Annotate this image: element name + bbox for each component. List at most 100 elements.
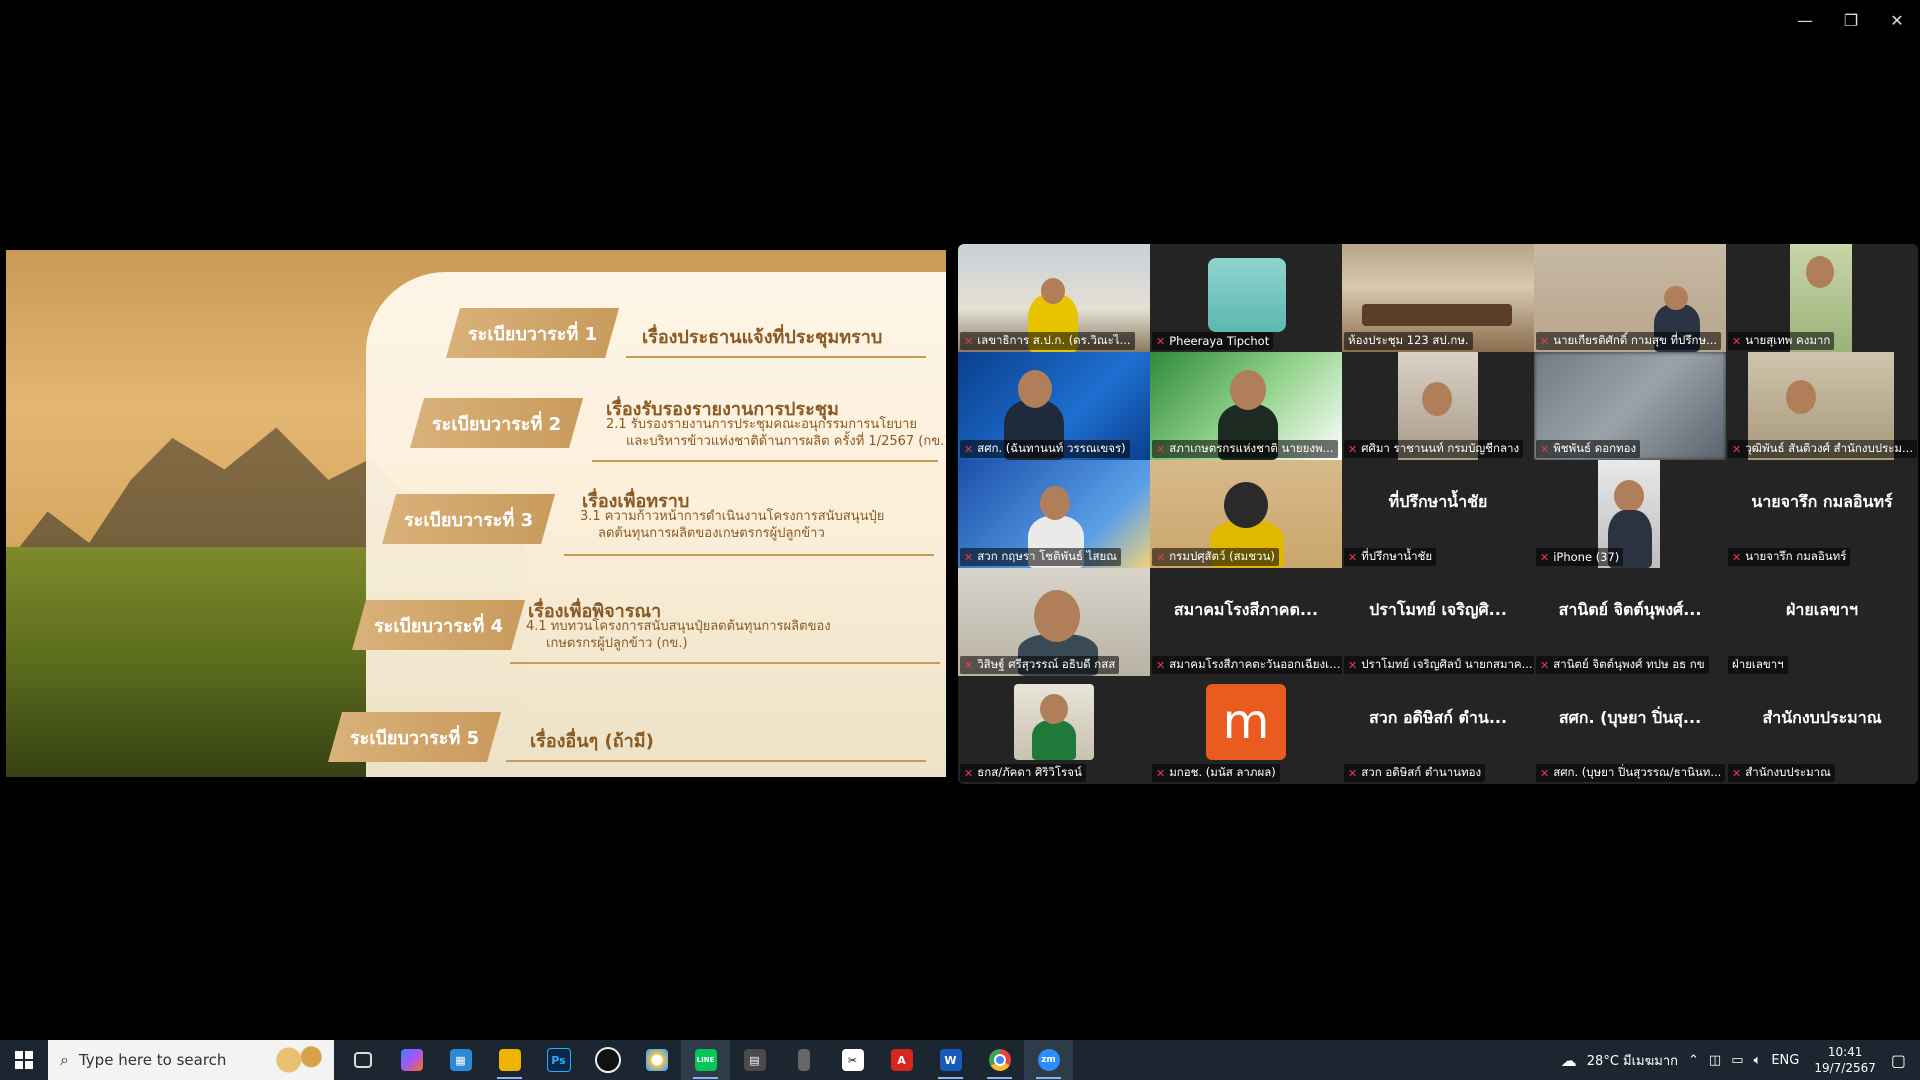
window-controls: — ❐ ✕ <box>1782 0 1920 40</box>
participant-tile[interactable]: สานิตย์ จิตต์นุพงศ์... ✕ สานิตย์ จิตต์นุพ… <box>1534 568 1726 676</box>
muted-mic-icon: ✕ <box>1156 550 1166 564</box>
acrobat-button[interactable]: A <box>877 1040 926 1080</box>
agenda-tag: ระเบียบวาระที่ 4 <box>352 600 525 650</box>
muted-mic-icon: ✕ <box>1540 550 1550 564</box>
agenda-divider <box>564 554 934 556</box>
participant-tile[interactable]: ✕ สภาเกษตรกรแห่งชาติ นายยงพ... <box>1150 352 1342 460</box>
muted-mic-icon: ✕ <box>1732 334 1742 348</box>
close-button[interactable]: ✕ <box>1874 0 1920 40</box>
chrome-button[interactable] <box>975 1040 1024 1080</box>
participant-tile[interactable]: ✕ ธกส/ภัคดา ศิริวิโรจน์ <box>958 676 1150 784</box>
muted-mic-icon: ✕ <box>1732 442 1742 456</box>
muted-mic-icon: ✕ <box>1732 550 1742 564</box>
participant-tile[interactable]: ✕ Pheeraya Tipchot <box>1150 244 1342 352</box>
participant-tile[interactable]: ✕ นายสุเทพ คงมาก <box>1726 244 1918 352</box>
agenda-title: เรื่องประธานแจ้งที่ประชุมทราบ <box>642 327 883 348</box>
weather-icon[interactable]: ☁ <box>1556 1051 1582 1070</box>
participant-name-bar: ✕ สำนักงบประมาณ <box>1728 764 1835 782</box>
participant-tile[interactable]: สำนักงบประมาณ ✕ สำนักงบประมาณ <box>1726 676 1918 784</box>
zoom-button[interactable]: zm <box>1024 1040 1073 1080</box>
participant-tile[interactable]: สวก อดิษิสก์ ตำน... ✕ สวก อดิษิสก์ ตำนานท… <box>1342 676 1534 784</box>
volume-icon[interactable]: 🔈︎ <box>1749 1053 1767 1068</box>
participant-tile[interactable]: สศก. (บุษยา ปิ่นสุ... ✕ สศก. (บุษยา ปิ่นส… <box>1534 676 1726 784</box>
participant-name-bar: ✕ กรมปศุสัตว์ (สมชวน) <box>1152 548 1279 566</box>
clock[interactable]: 10:41 19/7/2567 <box>1804 1044 1886 1076</box>
agenda-divider <box>510 662 940 664</box>
weather-text[interactable]: 28°C มีเมฆมาก <box>1582 1050 1683 1071</box>
start-button[interactable] <box>0 1040 48 1080</box>
participant-center-name: ปราโมทย์ เจริญศิ... <box>1369 600 1507 619</box>
participant-tile[interactable]: ✕ iPhone (37) <box>1534 460 1726 568</box>
paint-button[interactable] <box>632 1040 681 1080</box>
task-view-button[interactable] <box>338 1040 387 1080</box>
participant-tile[interactable]: ที่ปรึกษาน้ำชัย ✕ ที่ปรึกษาน้ำชัย <box>1342 460 1534 568</box>
participant-center-name: สมาคมโรงสีภาคต... <box>1173 600 1319 619</box>
search-placeholder: Type here to search <box>78 1051 227 1069</box>
participant-head <box>1786 380 1816 414</box>
participant-name-bar: ✕ ธกส/ภัคดา ศิริวิโรจน์ <box>960 764 1086 782</box>
participant-tile[interactable]: ✕ พิชพันธ์ ดอกทอง <box>1534 352 1726 460</box>
restore-button[interactable]: ❐ <box>1828 0 1874 40</box>
photoshop-button[interactable]: Ps <box>534 1040 583 1080</box>
participant-tile[interactable]: ✕ ศศิมา ราชานนท์ กรมบัญชีกลาง <box>1342 352 1534 460</box>
obs-button[interactable] <box>583 1040 632 1080</box>
participant-name-bar: ✕ นายสุเทพ คงมาก <box>1728 332 1835 350</box>
network-icon[interactable]: ▭ <box>1726 1053 1748 1068</box>
participant-tile[interactable]: ✕ นายเกียรติศักดิ์ กามสุข ที่ปรึกษ... <box>1534 244 1726 352</box>
system-tray: ☁ 28°C มีเมฆมาก ⌃ ◫ ▭ 🔈︎ ENG 10:41 19/7/… <box>1556 1040 1920 1080</box>
capcut-button[interactable]: ✂ <box>828 1040 877 1080</box>
usb-icon <box>797 1049 810 1071</box>
participant-tile[interactable]: ปราโมทย์ เจริญศิ... ✕ ปราโมทย์ เจริญศิลป์… <box>1342 568 1534 676</box>
agenda-subtitle: 3.1 ความก้าวหน้าการดำเนินงานโครงการสนับส… <box>580 509 885 524</box>
muted-mic-icon: ✕ <box>1540 442 1550 456</box>
notifications-icon[interactable]: ▢ <box>1886 1051 1920 1070</box>
participant-tile[interactable]: m ✕ มกอช. (มนัส ลาภผล) <box>1150 676 1342 784</box>
participant-name-bar: ห้องประชุม 123 สป.กษ. <box>1344 332 1473 350</box>
file-explorer-button[interactable] <box>485 1040 534 1080</box>
agenda-item-1: ระเบียบวาระที่ 1 เรื่องประธานแจ้งที่ประช… <box>446 308 946 358</box>
participant-name-bar: ✕ วิสิษฐ์ ศรีสุวรรณ์ อธิบดี กสส <box>960 656 1120 674</box>
store-icon: ▦ <box>449 1049 472 1071</box>
camera-icon[interactable]: ◫ <box>1704 1053 1726 1068</box>
calculator-button[interactable]: ▤ <box>730 1040 779 1080</box>
participant-name-bar: ✕ สศก. (บุษยา ปิ่นสุวรรณ/ธานินท... <box>1536 764 1726 782</box>
participant-gallery: ✕ เลขาธิการ ส.ป.ก. (ดร.วิณะไ... ✕ Pheeraya… <box>958 244 1918 784</box>
participant-center-name: สวก อดิษิสก์ ตำน... <box>1368 708 1508 727</box>
muted-mic-icon: ✕ <box>1156 334 1166 348</box>
store-button[interactable]: ▦ <box>436 1040 485 1080</box>
capcut-icon: ✂ <box>841 1049 864 1071</box>
participant-tile[interactable]: ฝ่ายเลขาฯ ฝ่ายเลขาฯ <box>1726 568 1918 676</box>
participant-head <box>1040 486 1070 520</box>
usb-button[interactable] <box>779 1040 828 1080</box>
minimize-button[interactable]: — <box>1782 0 1828 40</box>
participant-center-name: ที่ปรึกษาน้ำชัย <box>1388 492 1488 511</box>
line-button[interactable]: LINE <box>681 1040 730 1080</box>
agenda-item-5: ระเบียบวาระที่ 5 เรื่องอื่นๆ (ถ้ามี) <box>328 712 938 762</box>
participant-tile[interactable]: ✕ สวก กฤษรา โชติพันธ์ ไสยณ <box>958 460 1150 568</box>
word-button[interactable]: W <box>926 1040 975 1080</box>
language-indicator[interactable]: ENG <box>1766 1053 1804 1068</box>
participant-head <box>1614 480 1644 512</box>
chevron-up-icon[interactable]: ⌃ <box>1683 1053 1704 1068</box>
participant-tile[interactable]: ✕ เลขาธิการ ส.ป.ก. (ดร.วิณะไ... <box>958 244 1150 352</box>
participant-figure <box>1032 720 1076 760</box>
agenda-title: เรื่องอื่นๆ (ถ้ามี) <box>530 731 654 752</box>
muted-mic-icon: ✕ <box>1540 658 1550 672</box>
participant-tile[interactable]: สมาคมโรงสีภาคต... ✕ สมาคมโรงสีภาคตะวันออก… <box>1150 568 1342 676</box>
participant-tile[interactable]: ✕ กรมปศุสัตว์ (สมชวน) <box>1150 460 1342 568</box>
muted-mic-icon: ✕ <box>1540 766 1550 780</box>
participant-tile[interactable]: ✕ วิสิษฐ์ ศรีสุวรรณ์ อธิบดี กสส <box>958 568 1150 676</box>
participant-tile-active-speaker[interactable]: ห้องประชุม 123 สป.กษ. <box>1342 244 1534 352</box>
participant-tile[interactable]: ✕ วุฒิพันธ์ สันติวงศ์ สำนักงบประม... <box>1726 352 1918 460</box>
copilot-button[interactable] <box>387 1040 436 1080</box>
participant-name-bar: ✕ มกอช. (มนัส ลาภผล) <box>1152 764 1280 782</box>
agenda-item-2: ระเบียบวาระที่ 2 เรื่องรับรองรายงานการปร… <box>410 398 946 462</box>
participant-head <box>1041 278 1065 304</box>
participant-tile[interactable]: นายจารึก กมลอินทร์ ✕ นายจารึก กมลอินทร์ <box>1726 460 1918 568</box>
taskbar-search-box[interactable]: ⌕ Type here to search <box>48 1040 334 1080</box>
agenda-divider <box>506 760 926 762</box>
muted-mic-icon: ✕ <box>1156 442 1166 456</box>
participant-tile[interactable]: ✕ สศก. (ฉันทานนท์ วรรณเขจร) <box>958 352 1150 460</box>
participant-head <box>1224 482 1268 528</box>
muted-mic-icon: ✕ <box>964 766 974 780</box>
